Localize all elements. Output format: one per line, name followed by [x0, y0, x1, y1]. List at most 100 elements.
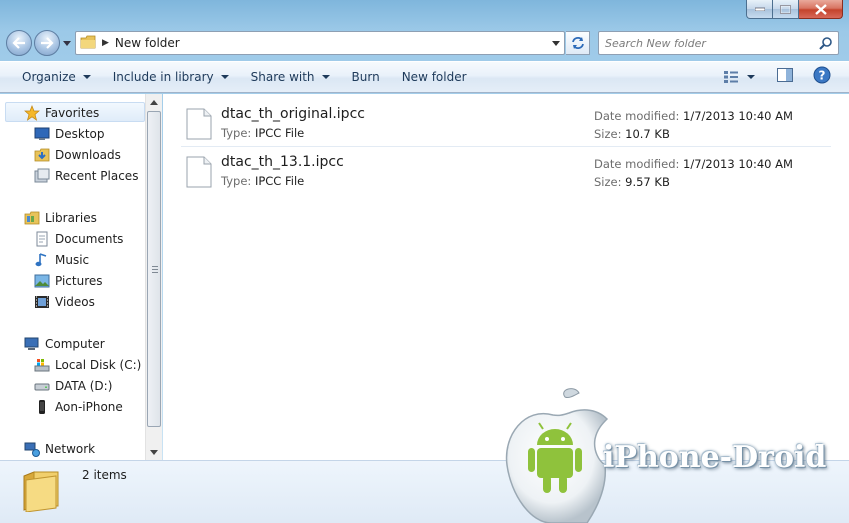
file-item[interactable]: dtac_th_original.ipcc Type: IPCC File Da…: [181, 104, 831, 150]
computer-icon: [24, 336, 40, 352]
file-size: Size: 10.7 KB: [594, 127, 670, 141]
recent-places-icon: [34, 168, 50, 184]
iphone-icon: [34, 399, 50, 415]
nav-pictures-label: Pictures: [55, 274, 103, 288]
chevron-down-icon: [220, 75, 229, 79]
nav-pictures[interactable]: Pictures: [34, 271, 103, 291]
preview-pane-button[interactable]: [777, 68, 793, 85]
desktop-icon: [34, 126, 50, 142]
nav-videos-label: Videos: [55, 295, 95, 309]
command-bar-right: ?: [723, 66, 831, 87]
nav-downloads[interactable]: Downloads: [34, 145, 121, 165]
burn-button[interactable]: Burn: [341, 65, 391, 89]
libraries-icon: [24, 210, 40, 226]
breadcrumb-separator-icon[interactable]: ▶: [102, 38, 109, 48]
nav-favorites-label: Favorites: [45, 106, 100, 120]
file-size-value: 9.57 KB: [625, 175, 670, 189]
search-icon[interactable]: [819, 36, 833, 53]
file-date-value: 1/7/2013 10:40 AM: [683, 109, 793, 123]
scroll-up-button[interactable]: [146, 94, 162, 110]
burn-label: Burn: [351, 70, 380, 84]
share-with-button[interactable]: Share with: [240, 65, 341, 89]
drive-icon: [34, 378, 50, 394]
nav-pane-scrollbar[interactable]: [145, 94, 162, 460]
nav-desktop[interactable]: Desktop: [34, 124, 105, 144]
minimize-icon: [754, 7, 765, 11]
file-size-label: Size:: [594, 127, 622, 141]
include-in-library-button[interactable]: Include in library: [102, 65, 240, 89]
file-item[interactable]: dtac_th_13.1.ipcc Type: IPCC File Date m…: [181, 152, 831, 198]
file-date: Date modified: 1/7/2013 10:40 AM: [594, 109, 793, 123]
refresh-icon: [571, 37, 584, 49]
minimize-button[interactable]: [746, 0, 773, 19]
file-type-label: Type:: [221, 126, 252, 140]
address-bar[interactable]: ▶ New folder: [75, 31, 565, 55]
back-button[interactable]: [6, 30, 32, 56]
nav-favorites[interactable]: Favorites: [24, 103, 99, 123]
videos-icon: [34, 294, 50, 310]
new-folder-button[interactable]: New folder: [391, 65, 478, 89]
nav-data-drive[interactable]: DATA (D:): [34, 376, 112, 396]
search-box[interactable]: [598, 31, 839, 55]
network-icon: [24, 441, 40, 457]
nav-music[interactable]: Music: [34, 250, 89, 270]
nav-recent-places[interactable]: Recent Places: [34, 166, 138, 186]
share-with-label: Share with: [250, 70, 315, 84]
chevron-down-icon: [82, 75, 91, 79]
refresh-button[interactable]: [566, 31, 590, 55]
file-date-label: Date modified:: [594, 109, 680, 123]
file-date-value: 1/7/2013 10:40 AM: [683, 157, 793, 171]
close-icon: [814, 3, 827, 15]
nav-computer[interactable]: Computer: [24, 334, 105, 354]
organize-label: Organize: [22, 70, 76, 84]
new-folder-label: New folder: [401, 70, 467, 84]
nav-videos[interactable]: Videos: [34, 292, 95, 312]
nav-local-disk-label: Local Disk (C:): [55, 358, 142, 372]
file-type-value: IPCC File: [254, 174, 305, 188]
view-options-icon: [724, 70, 738, 83]
forward-arrow-icon: [41, 37, 54, 49]
view-options-button[interactable]: [723, 70, 755, 84]
chevron-down-icon: [150, 449, 158, 455]
forward-button[interactable]: [34, 30, 60, 56]
svg-text:?: ?: [819, 69, 826, 83]
address-dropdown[interactable]: [550, 37, 562, 49]
nav-libraries[interactable]: Libraries: [24, 208, 97, 228]
nav-data-drive-label: DATA (D:): [55, 379, 113, 393]
nav-documents[interactable]: Documents: [34, 229, 123, 249]
nav-local-disk[interactable]: Local Disk (C:): [34, 355, 141, 375]
preview-pane-icon: [777, 68, 793, 82]
navigation-pane: Favorites Desktop Downloads Recent Place…: [0, 94, 162, 460]
file-type-value: IPCC File: [254, 126, 305, 140]
file-icon: [186, 156, 212, 191]
file-size-value: 10.7 KB: [625, 127, 670, 141]
file-date: Date modified: 1/7/2013 10:40 AM: [594, 157, 793, 171]
nav-music-label: Music: [55, 253, 90, 267]
file-icon: [186, 108, 212, 143]
command-bar: Organize Include in library Share with B…: [0, 61, 849, 93]
nav-downloads-label: Downloads: [55, 148, 121, 162]
help-button[interactable]: ?: [813, 66, 831, 87]
file-date-label: Date modified:: [594, 157, 680, 171]
star-icon: [24, 105, 40, 121]
nav-aon-iphone-label: Aon-iPhone: [55, 400, 123, 414]
breadcrumb-new-folder[interactable]: New folder: [115, 36, 180, 50]
chevron-down-icon: [552, 40, 560, 46]
recent-pages-dropdown[interactable]: [62, 38, 72, 48]
nav-aon-iphone[interactable]: Aon-iPhone: [34, 397, 123, 417]
folder-icon: [20, 466, 62, 515]
include-in-library-label: Include in library: [112, 70, 214, 84]
file-name: dtac_th_13.1.ipcc: [221, 154, 344, 170]
close-button[interactable]: [799, 0, 843, 19]
organize-button[interactable]: Organize: [11, 65, 102, 89]
maximize-button[interactable]: [773, 0, 799, 19]
scrollbar-thumb[interactable]: [147, 111, 161, 427]
pictures-icon: [34, 273, 50, 289]
nav-network[interactable]: Network: [24, 439, 95, 459]
file-type-label: Type:: [221, 174, 252, 188]
file-separator: [181, 146, 831, 147]
search-input[interactable]: [605, 36, 815, 50]
watermark: iPhone-Droid: [495, 385, 849, 523]
scroll-down-button[interactable]: [146, 444, 162, 460]
folder-icon: [80, 35, 96, 52]
